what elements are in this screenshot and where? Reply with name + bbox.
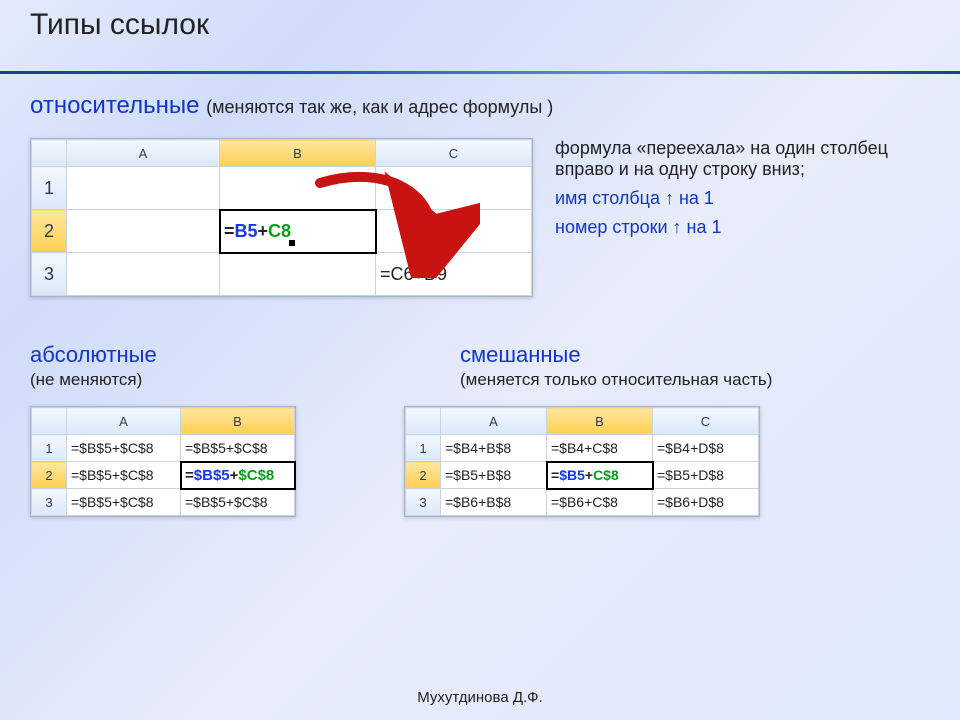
cell-B2-active: =B5+C8 bbox=[220, 210, 376, 253]
relative-sheet: A B C 1 2 =B5+C8 bbox=[30, 138, 533, 297]
cell-B2-eq: = bbox=[224, 221, 235, 241]
mix-B2-active: =$B5+C$8 bbox=[547, 462, 653, 489]
cell-B3 bbox=[220, 253, 376, 296]
relative-heading-word: относительные bbox=[30, 92, 199, 119]
cell-B1 bbox=[220, 167, 376, 210]
headings-row: абсолютные (не меняются) смешанные (меня… bbox=[30, 342, 930, 390]
tables-row: A B 1 =$B$5+$C$8 =$B$5+$C$8 2 =$B$5+$C$8… bbox=[30, 406, 930, 517]
relative-heading: относительные (меняются так же, как и ад… bbox=[30, 92, 930, 120]
mix-A2: =$B5+B$8 bbox=[441, 462, 547, 489]
abs-B2-r2: $C$8 bbox=[238, 467, 274, 484]
abs-row-2: 2 bbox=[32, 462, 67, 489]
row-1: 1 bbox=[32, 167, 67, 210]
abs-B2-active: =$B$5+$C$8 bbox=[181, 462, 295, 489]
mix-C3: =$B6+D$8 bbox=[653, 489, 759, 516]
col-C: C bbox=[376, 140, 532, 167]
abs-A1: =$B$5+$C$8 bbox=[67, 435, 181, 462]
cell-B2-ref1: B5 bbox=[235, 221, 258, 241]
abs-B2-r1: $B$5 bbox=[194, 467, 230, 484]
footer-author: Мухутдинова Д.Ф. bbox=[0, 689, 960, 706]
note-row: номер строки ↑ на 1 bbox=[555, 217, 905, 238]
mix-C2: =$B5+D$8 bbox=[653, 462, 759, 489]
abs-row-1: 1 bbox=[32, 435, 67, 462]
mixed-sub: (меняется только относительная часть) bbox=[460, 370, 772, 390]
col-A: A bbox=[67, 140, 220, 167]
mix-B1: =$B4+C$8 bbox=[547, 435, 653, 462]
mix-A1: =$B4+B$8 bbox=[441, 435, 547, 462]
mix-B3: =$B6+C$8 bbox=[547, 489, 653, 516]
mix-col-A: A bbox=[441, 408, 547, 435]
title-bar: Типы ссылок bbox=[0, 0, 960, 74]
mix-A3: =$B6+B$8 bbox=[441, 489, 547, 516]
cell-B2-plus: + bbox=[258, 221, 269, 241]
absolute-sub: (не меняются) bbox=[30, 370, 400, 390]
fill-handle-icon bbox=[289, 240, 295, 246]
abs-corner bbox=[32, 408, 67, 435]
absolute-heading: абсолютные bbox=[30, 342, 400, 368]
cell-C3: =C6+D9 bbox=[376, 253, 532, 296]
mix-col-C: C bbox=[653, 408, 759, 435]
relative-row: A B C 1 2 =B5+C8 bbox=[30, 138, 930, 302]
content: относительные (меняются так же, как и ад… bbox=[0, 74, 960, 517]
abs-col-B: B bbox=[181, 408, 295, 435]
abs-B1: =$B$5+$C$8 bbox=[181, 435, 295, 462]
row-3: 3 bbox=[32, 253, 67, 296]
abs-B3: =$B$5+$C$8 bbox=[181, 489, 295, 516]
page-title: Типы ссылок bbox=[30, 8, 960, 42]
mix-B2-eq: = bbox=[551, 467, 559, 483]
mix-col-B: B bbox=[547, 408, 653, 435]
mix-row-3: 3 bbox=[406, 489, 441, 516]
mix-B2-r1: $B5 bbox=[559, 467, 585, 483]
mixed-heading: смешанные bbox=[460, 342, 772, 368]
relative-heading-tail: (меняются так же, как и адрес формулы ) bbox=[206, 97, 553, 117]
title-rule bbox=[0, 71, 960, 74]
abs-A2: =$B$5+$C$8 bbox=[67, 462, 181, 489]
mix-row-2: 2 bbox=[406, 462, 441, 489]
cell-A3 bbox=[67, 253, 220, 296]
note-move: формула «переехала» на один столбец впра… bbox=[555, 138, 905, 180]
note-col: имя столбца ↑ на 1 bbox=[555, 188, 905, 209]
abs-row-3: 3 bbox=[32, 489, 67, 516]
absolute-sheet: A B 1 =$B$5+$C$8 =$B$5+$C$8 2 =$B$5+$C$8… bbox=[30, 406, 296, 517]
mix-B2-r2: C$8 bbox=[593, 467, 619, 483]
mix-row-1: 1 bbox=[406, 435, 441, 462]
abs-B2-eq: = bbox=[185, 467, 194, 484]
row-2: 2 bbox=[32, 210, 67, 253]
cell-B2-ref2: C8 bbox=[268, 221, 291, 241]
mix-C1: =$B4+D$8 bbox=[653, 435, 759, 462]
abs-A3: =$B$5+$C$8 bbox=[67, 489, 181, 516]
relative-sheet-wrap: A B C 1 2 =B5+C8 bbox=[30, 138, 533, 302]
col-B: B bbox=[220, 140, 376, 167]
mixed-sheet: A B C 1 =$B4+B$8 =$B4+C$8 =$B4+D$8 2 =$B… bbox=[404, 406, 760, 517]
relative-notes: формула «переехала» на один столбец впра… bbox=[555, 138, 905, 246]
mix-corner bbox=[406, 408, 441, 435]
corner-cell bbox=[32, 140, 67, 167]
abs-col-A: A bbox=[67, 408, 181, 435]
cell-A2 bbox=[67, 210, 220, 253]
mix-B2-plus: + bbox=[585, 467, 593, 483]
cell-C1 bbox=[376, 167, 532, 210]
cell-A1 bbox=[67, 167, 220, 210]
cell-C2 bbox=[376, 210, 532, 253]
